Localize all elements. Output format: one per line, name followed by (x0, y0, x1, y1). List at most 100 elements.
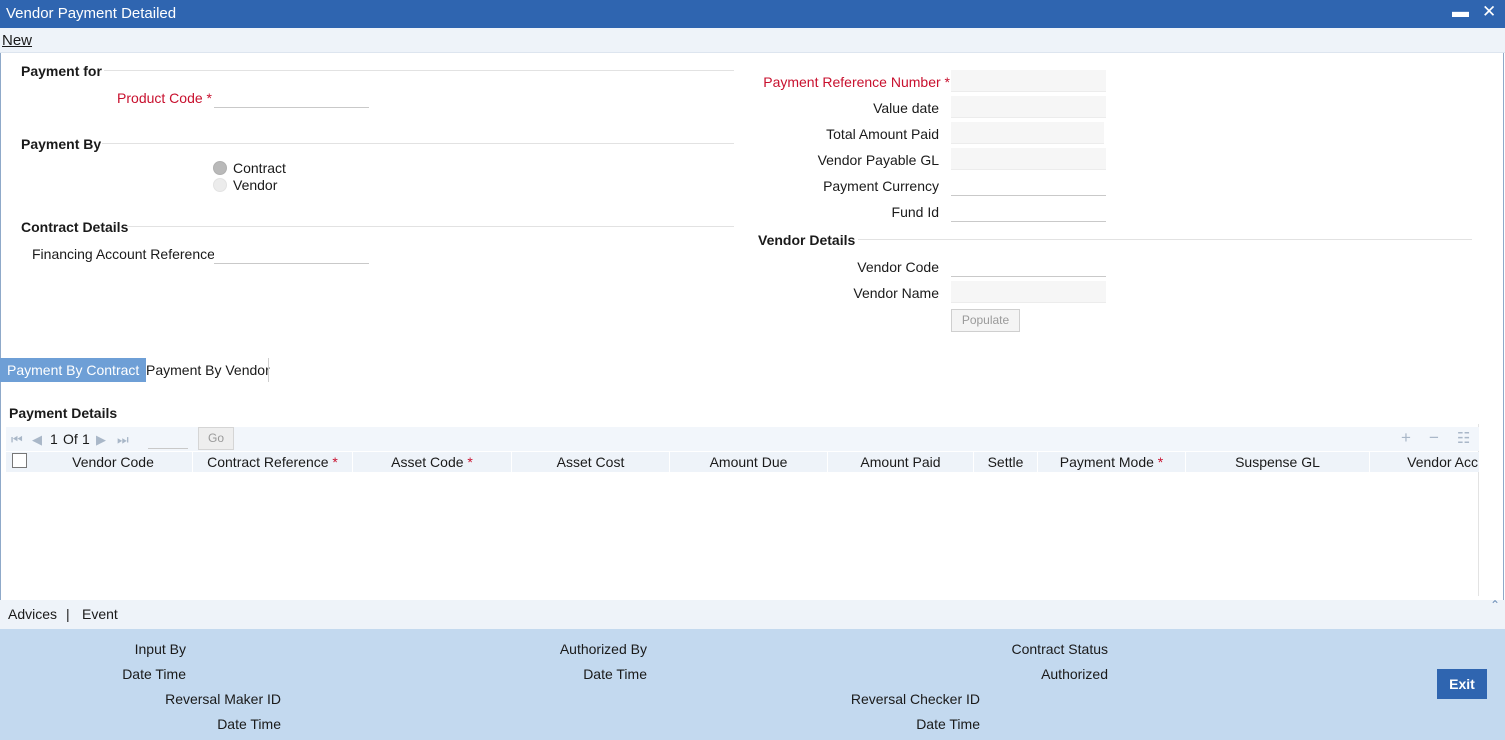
toolbar: New (0, 28, 1505, 53)
total-amount-paid-label: Total Amount Paid (826, 126, 939, 142)
date-time-label: Date Time (217, 716, 281, 732)
contract-radio[interactable] (213, 161, 227, 175)
payment-currency-label: Payment Currency (823, 178, 939, 194)
column-header-asset-cost[interactable]: Asset Cost (512, 452, 670, 472)
column-header-label: Vendor Code (72, 454, 154, 470)
populate-button[interactable]: Populate (951, 309, 1020, 332)
column-header-contract-reference[interactable]: Contract Reference * (193, 452, 353, 472)
column-header-payment-mode[interactable]: Payment Mode * (1038, 452, 1186, 472)
value-date-label: Value date (873, 100, 939, 116)
value-date-input[interactable] (951, 96, 1106, 118)
payment-reference-number-label-text: Payment Reference Number (763, 74, 941, 90)
footer-links-bar: Advices | Event ⌃ (0, 598, 1505, 629)
payment-reference-number-label: Payment Reference Number * (740, 74, 950, 90)
date-time-label: Date Time (916, 716, 980, 732)
contract-status-label: Contract Status (1011, 641, 1109, 657)
audit-footer: Input By Date Time Reversal Maker ID Dat… (0, 629, 1505, 740)
payment-for-divider (104, 70, 734, 71)
total-pages: 1 (82, 431, 90, 447)
required-icon: * (467, 454, 473, 470)
grid-header: Vendor Code Contract Reference * Asset C… (6, 452, 1479, 472)
close-icon[interactable]: ✕ (1482, 2, 1496, 22)
footer-link-separator: | (66, 606, 70, 622)
event-link[interactable]: Event (82, 606, 118, 622)
payment-currency-input[interactable] (951, 174, 1106, 196)
exit-button[interactable]: Exit (1437, 669, 1487, 699)
vendor-payable-gl-label: Vendor Payable GL (817, 152, 939, 168)
required-icon: * (944, 74, 950, 90)
next-page-icon[interactable]: ▶ (96, 432, 106, 448)
required-icon: * (1157, 454, 1164, 470)
go-button[interactable]: Go (198, 427, 234, 450)
column-header-label: Contract Reference (207, 454, 329, 470)
column-header-amount-due[interactable]: Amount Due (670, 452, 828, 472)
contract-details-divider (126, 226, 734, 227)
add-row-icon[interactable]: + (1401, 428, 1411, 448)
payment-for-section-title: Payment for (21, 63, 102, 79)
column-header-label: Vendor Acc (1407, 454, 1478, 470)
column-header-label: Asset Code (391, 454, 464, 470)
last-page-icon[interactable]: ⏭ (117, 432, 129, 448)
column-header-label: Suspense GL (1235, 454, 1320, 470)
reversal-maker-id-label: Reversal Maker ID (165, 691, 281, 707)
go-to-page-input[interactable] (148, 428, 188, 449)
vendor-code-input[interactable] (951, 255, 1106, 277)
fund-id-input[interactable] (951, 200, 1106, 222)
fund-id-label: Fund Id (891, 204, 939, 220)
product-code-input[interactable] (214, 86, 369, 108)
tab-payment-by-contract[interactable]: Payment By Contract (0, 358, 147, 382)
required-icon: * (206, 90, 212, 106)
select-all-checkbox[interactable] (12, 453, 27, 468)
financing-account-reference-input[interactable] (214, 242, 369, 264)
column-header-asset-code[interactable]: Asset Code * (353, 452, 512, 472)
product-code-label: Product Code * (100, 90, 212, 106)
column-header-amount-paid[interactable]: Amount Paid (828, 452, 974, 472)
column-header-label: Payment Mode (1059, 454, 1154, 470)
window-title-bar: Vendor Payment Detailed ▬ ✕ (0, 0, 1505, 28)
date-time-label: Date Time (122, 666, 186, 682)
advices-link[interactable]: Advices (8, 606, 57, 622)
product-code-label-text: Product Code (117, 90, 203, 106)
vendor-payable-gl-input[interactable] (951, 148, 1106, 170)
page-of-label: Of (63, 431, 78, 447)
contract-details-section-title: Contract Details (21, 219, 129, 235)
payment-by-section-title: Payment By (21, 136, 102, 152)
contract-radio-label: Contract (233, 160, 286, 176)
vendor-radio-label: Vendor (233, 177, 278, 193)
column-header-suspense-gl[interactable]: Suspense GL (1186, 452, 1370, 472)
vendor-name-input[interactable] (951, 281, 1106, 303)
column-header-label: Asset Cost (556, 454, 625, 470)
vendor-details-divider (858, 239, 1472, 240)
financing-account-reference-label: Financing Account Reference (32, 246, 215, 262)
collapse-chevron-icon[interactable]: ⌃ (1490, 598, 1500, 612)
column-header-vendor-code[interactable]: Vendor Code (34, 452, 193, 472)
first-page-icon[interactable]: ⏮ (11, 432, 23, 448)
single-view-icon[interactable]: ☷ (1457, 429, 1470, 447)
column-header-label: Settle (987, 454, 1024, 470)
minimize-icon[interactable]: ▬ (1452, 2, 1469, 22)
new-button[interactable]: New (2, 32, 32, 49)
delete-row-icon[interactable]: − (1429, 428, 1439, 448)
tab-separator (268, 358, 269, 382)
window-title: Vendor Payment Detailed (6, 5, 177, 22)
vendor-details-section-title: Vendor Details (758, 232, 856, 248)
authorized-by-label: Authorized By (559, 641, 647, 657)
column-header-label: Amount Paid (860, 454, 941, 470)
vendor-name-label: Vendor Name (853, 285, 939, 301)
payment-details-section-title: Payment Details (9, 405, 118, 421)
column-header-vendor-account[interactable]: Vendor Acc (1370, 452, 1479, 472)
vendor-radio[interactable] (213, 178, 227, 192)
vendor-code-label: Vendor Code (857, 259, 939, 275)
input-by-label: Input By (134, 641, 186, 657)
column-header-settle[interactable]: Settle (974, 452, 1038, 472)
tab-payment-by-vendor[interactable]: Payment By Vendor (139, 358, 277, 382)
authorized-status-label: Authorized (1041, 666, 1108, 682)
reversal-checker-id-label: Reversal Checker ID (850, 691, 980, 707)
current-page: 1 (50, 431, 58, 447)
total-amount-paid-input[interactable] (951, 122, 1104, 144)
previous-page-icon[interactable]: ◀ (32, 432, 42, 448)
column-header-label: Amount Due (709, 454, 788, 470)
payment-reference-number-input[interactable] (951, 70, 1106, 92)
payment-by-divider (102, 143, 734, 144)
required-icon: * (332, 454, 338, 470)
